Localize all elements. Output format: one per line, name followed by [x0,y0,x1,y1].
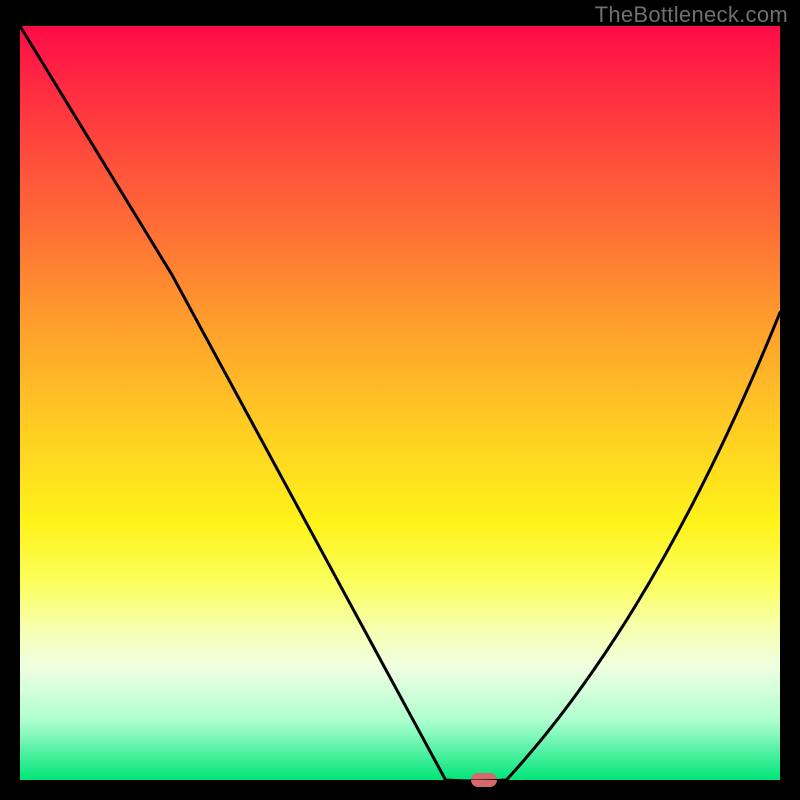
watermark-label: TheBottleneck.com [595,2,788,28]
bottleneck-curve [20,26,780,780]
chart-container: TheBottleneck.com [0,0,800,800]
plot-area [20,26,780,780]
curve-svg [20,26,780,780]
